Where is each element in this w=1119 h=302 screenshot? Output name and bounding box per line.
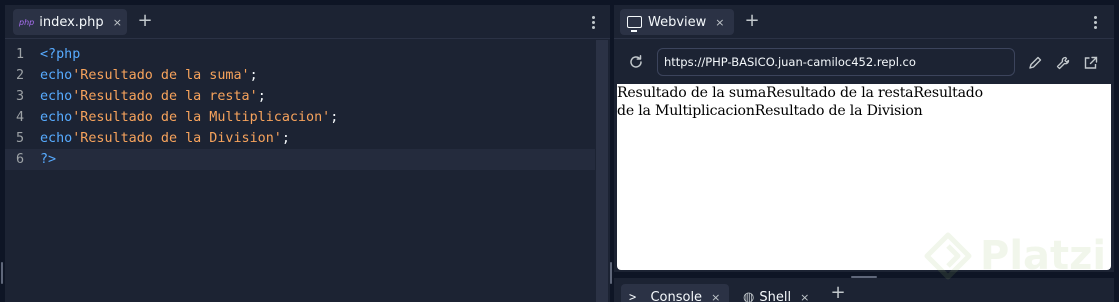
code-token: ; <box>330 110 339 125</box>
platzi-logo-icon <box>924 232 972 280</box>
platzi-watermark: Platzi <box>924 232 1106 280</box>
url-bar: https://PHP-BASICO.juan-camiloc452.repl.… <box>614 46 1114 80</box>
terminal-prompt-icon: >_ <box>629 290 644 302</box>
reload-icon[interactable] <box>628 54 644 70</box>
code-line[interactable]: 6 ?> <box>5 149 595 170</box>
tab-label: Webview <box>648 14 707 30</box>
line-number: 3 <box>15 89 24 104</box>
shell-icon: ◍ <box>743 289 755 302</box>
line-number: 4 <box>15 110 24 125</box>
code-text: echo'Resultado de la suma'; <box>40 68 258 83</box>
code-text: ?> <box>40 152 56 167</box>
code-token: ?> <box>40 152 57 167</box>
tab-label: Shell <box>759 289 792 302</box>
code-editor[interactable]: 1 <?php 2 echo'Resultado de la suma'; 3 echo'… <box>5 44 595 302</box>
code-text: <?php <box>40 47 80 62</box>
close-icon[interactable]: × <box>800 291 809 302</box>
code-line[interactable]: 3 echo'Resultado de la resta'; <box>5 86 595 107</box>
tab-index-php[interactable]: php index.php × <box>13 9 127 35</box>
php-file-icon: php <box>19 17 35 27</box>
code-line[interactable]: 4 echo'Resultado de la Multiplicacion'; <box>5 107 595 128</box>
code-token: ; <box>257 89 266 104</box>
tab-webview[interactable]: Webview × <box>620 9 734 35</box>
add-tab-button[interactable]: + <box>135 12 155 32</box>
close-icon[interactable]: × <box>113 16 122 29</box>
code-token: <?php <box>40 47 81 62</box>
code-token: echo <box>40 89 73 104</box>
close-icon[interactable]: × <box>715 16 724 29</box>
console-pane: >_ Console × ◍ Shell × + <box>614 278 1114 302</box>
edit-pencil-icon[interactable] <box>1027 55 1043 71</box>
close-icon[interactable]: × <box>711 291 720 302</box>
code-line[interactable]: 1 <?php <box>5 44 595 65</box>
more-options-icon[interactable] <box>1090 13 1100 31</box>
add-tab-button[interactable]: + <box>742 12 762 32</box>
tab-shell[interactable]: ◍ Shell × <box>737 284 827 302</box>
code-token: echo <box>40 68 73 83</box>
devtools-wrench-icon[interactable] <box>1055 55 1071 71</box>
code-line[interactable]: 2 echo'Resultado de la suma'; <box>5 65 595 86</box>
line-number: 2 <box>15 68 24 83</box>
watermark-text: Platzi <box>980 233 1107 279</box>
tab-label: index.php <box>39 14 104 30</box>
code-token: echo <box>40 131 73 146</box>
code-token: 'Resultado de la suma' <box>72 68 250 83</box>
editor-pane: php index.php × + 1 <?php 2 echo'Resultado … <box>5 5 610 302</box>
editor-tab-bar: php index.php × + <box>5 5 610 39</box>
url-input[interactable]: https://PHP-BASICO.juan-camiloc452.repl.… <box>657 48 1015 76</box>
code-token: ; <box>281 131 290 146</box>
line-number: 1 <box>15 47 24 62</box>
code-token: 'Resultado de la resta' <box>72 89 258 104</box>
code-text: echo'Resultado de la Multiplicacion'; <box>40 110 338 125</box>
more-options-icon[interactable] <box>588 13 598 31</box>
code-text: echo'Resultado de la resta'; <box>40 89 266 104</box>
tab-console[interactable]: >_ Console × <box>621 284 729 302</box>
pane-resize-handle[interactable] <box>610 262 612 284</box>
editor-scrollbar[interactable] <box>596 40 608 302</box>
tab-label: Console <box>650 289 703 302</box>
code-text: echo'Resultado de la Division'; <box>40 131 290 146</box>
code-token: 'Resultado de la Multiplicacion' <box>72 110 331 125</box>
code-token: 'Resultado de la Division' <box>72 131 282 146</box>
open-new-tab-icon[interactable] <box>1083 55 1099 71</box>
monitor-icon <box>627 16 642 32</box>
add-tab-button[interactable]: + <box>828 284 848 302</box>
webview-tab-bar: Webview × + <box>614 5 1114 39</box>
page-output-text: Resultado de la sumaResultado de la rest… <box>617 85 983 119</box>
line-number: 5 <box>15 131 24 146</box>
left-resize-handle[interactable] <box>1 262 3 284</box>
code-line[interactable]: 5 echo'Resultado de la Division'; <box>5 128 595 149</box>
line-number: 6 <box>15 152 24 167</box>
code-token: ; <box>249 68 258 83</box>
code-token: echo <box>40 110 73 125</box>
